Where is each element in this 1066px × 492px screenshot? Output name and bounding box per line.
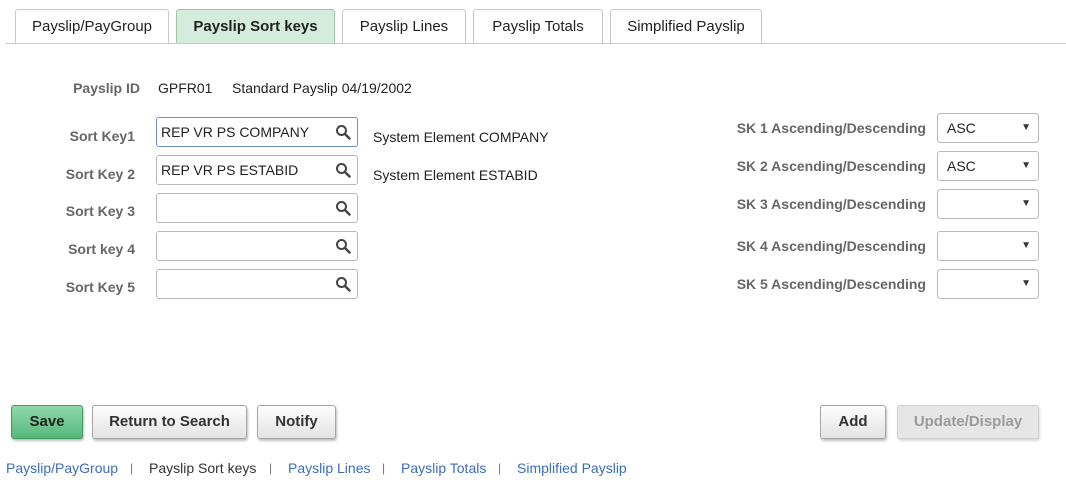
chevron-down-icon: ▼ <box>1021 198 1031 209</box>
sk-1-order-select[interactable]: ASC ▼ <box>937 113 1039 143</box>
bottom-link-payslip-lines[interactable]: Payslip Lines <box>288 460 371 476</box>
sk-3-order-label: SK 3 Ascending/Descending <box>736 196 926 212</box>
notify-button[interactable]: Notify <box>257 405 336 439</box>
payslip-id-label: Payslip ID <box>73 80 140 96</box>
magnifier-icon[interactable] <box>335 238 351 254</box>
link-separator: | <box>130 461 134 475</box>
sk-1-order-value: ASC <box>947 120 976 136</box>
magnifier-icon[interactable] <box>335 276 351 292</box>
tab-payslip-sort-keys[interactable]: Payslip Sort keys <box>176 9 335 44</box>
chevron-down-icon: ▼ <box>1021 122 1031 133</box>
add-button[interactable]: Add <box>820 405 886 439</box>
link-separator: | <box>269 461 273 475</box>
bottom-link-simplified-payslip[interactable]: Simplified Payslip <box>517 460 627 476</box>
magnifier-icon[interactable] <box>335 162 351 178</box>
sk-1-order-label: SK 1 Ascending/Descending <box>736 120 926 136</box>
sort-key-4-label: Sort key 4 <box>68 241 135 257</box>
return-to-search-button[interactable]: Return to Search <box>92 405 247 439</box>
sk-2-order-select[interactable]: ASC ▼ <box>937 151 1039 181</box>
sort-key-3-input[interactable] <box>156 193 358 223</box>
payslip-id-value: GPFR01 <box>158 80 213 96</box>
bottom-link-payslip-sort-keys: Payslip Sort keys <box>149 460 257 476</box>
update-display-button[interactable]: Update/Display <box>897 405 1039 439</box>
sort-key-2-label: Sort Key 2 <box>65 166 135 182</box>
sort-key-1-label: Sort Key1 <box>69 128 135 144</box>
tab-payslip-totals[interactable]: Payslip Totals <box>473 9 603 43</box>
magnifier-icon[interactable] <box>335 124 351 140</box>
sort-key-2-description: System Element ESTABID <box>373 167 538 183</box>
tab-divider <box>6 43 1066 44</box>
sort-key-3-label: Sort Key 3 <box>65 203 135 219</box>
tab-payslip-paygroup[interactable]: Payslip/PayGroup <box>15 9 169 43</box>
sort-key-1-description: System Element COMPANY <box>373 129 549 145</box>
sort-key-1-input[interactable]: REP VR PS COMPANY <box>156 117 358 147</box>
sk-2-order-value: ASC <box>947 158 976 174</box>
sort-key-5-label: Sort Key 5 <box>65 279 135 295</box>
sk-4-order-label: SK 4 Ascending/Descending <box>736 238 926 254</box>
sk-5-order-select[interactable]: ▼ <box>937 269 1039 299</box>
save-button[interactable]: Save <box>11 405 83 439</box>
sort-key-5-input[interactable] <box>156 269 358 299</box>
bottom-link-payslip-paygroup[interactable]: Payslip/PayGroup <box>6 460 118 476</box>
tab-simplified-payslip[interactable]: Simplified Payslip <box>610 9 762 43</box>
sk-3-order-select[interactable]: ▼ <box>937 189 1039 219</box>
link-separator: | <box>382 461 386 475</box>
sk-5-order-label: SK 5 Ascending/Descending <box>736 276 926 292</box>
sk-2-order-label: SK 2 Ascending/Descending <box>736 158 926 174</box>
link-separator: | <box>498 461 502 475</box>
sort-key-2-input[interactable]: REP VR PS ESTABID <box>156 155 358 185</box>
sk-4-order-select[interactable]: ▼ <box>937 231 1039 261</box>
tab-payslip-lines[interactable]: Payslip Lines <box>342 9 466 43</box>
sort-key-2-value: REP VR PS ESTABID <box>161 162 299 178</box>
chevron-down-icon: ▼ <box>1021 278 1031 289</box>
bottom-link-payslip-totals[interactable]: Payslip Totals <box>401 460 486 476</box>
sort-key-1-value: REP VR PS COMPANY <box>161 124 310 140</box>
chevron-down-icon: ▼ <box>1021 240 1031 251</box>
magnifier-icon[interactable] <box>335 200 351 216</box>
payslip-description: Standard Payslip 04/19/2002 <box>232 80 412 96</box>
sort-key-4-input[interactable] <box>156 231 358 261</box>
chevron-down-icon: ▼ <box>1021 160 1031 171</box>
